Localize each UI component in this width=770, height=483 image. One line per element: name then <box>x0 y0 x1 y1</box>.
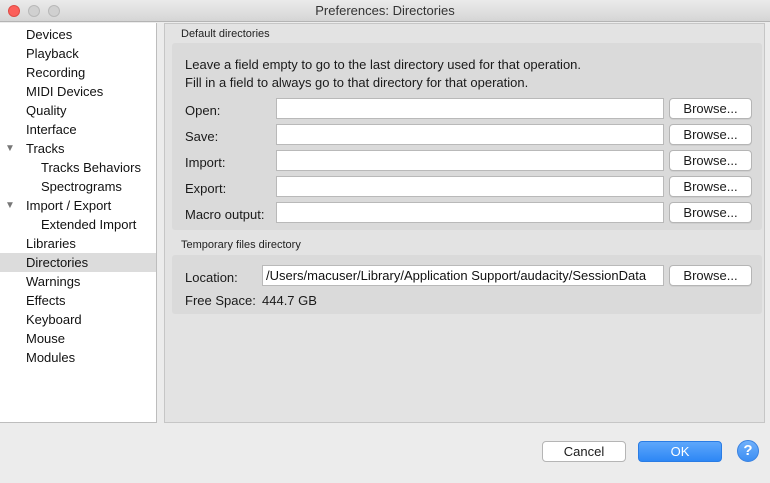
tree-item-interface[interactable]: Interface <box>0 120 156 139</box>
import-directory-field[interactable] <box>276 150 664 171</box>
tree-item-label: Spectrograms <box>41 179 122 194</box>
tree-item-label: Effects <box>26 293 66 308</box>
preferences-category-tree[interactable]: Devices Playback Recording MIDI Devices … <box>0 23 157 423</box>
tree-item-label: Modules <box>26 350 76 365</box>
temp-location-field[interactable]: /Users/macuser/Library/Application Suppo… <box>262 265 664 286</box>
tree-item-warnings[interactable]: Warnings <box>0 272 156 291</box>
tree-item-label: Import / Export <box>26 198 112 213</box>
tree-item-playback[interactable]: Playback <box>0 44 156 63</box>
tree-item-devices[interactable]: Devices <box>0 25 156 44</box>
tree-item-effects[interactable]: Effects <box>0 291 156 310</box>
tree-item-quality[interactable]: Quality <box>0 101 156 120</box>
save-browse-button[interactable]: Browse... <box>669 124 752 145</box>
tree-item-label: Tracks Behaviors <box>41 160 141 175</box>
tree-item-label: Directories <box>26 255 89 270</box>
tree-item-mouse[interactable]: Mouse <box>0 329 156 348</box>
open-directory-field[interactable] <box>276 98 664 119</box>
tree-item-import-export[interactable]: ▼ Import / Export <box>0 196 156 215</box>
macro-output-label: Macro output: <box>185 207 265 222</box>
tree-item-label: Playback <box>26 46 79 61</box>
tree-item-modules[interactable]: Modules <box>0 348 156 367</box>
import-browse-button[interactable]: Browse... <box>669 150 752 171</box>
tree-item-label: MIDI Devices <box>26 84 104 99</box>
tree-item-label: Recording <box>26 65 86 80</box>
tree-item-tracks-behaviors[interactable]: Tracks Behaviors <box>0 158 156 177</box>
tree-item-label: Keyboard <box>26 312 82 327</box>
free-space-label: Free Space: <box>185 293 256 308</box>
tree-item-label: Devices <box>26 27 73 42</box>
macro-output-browse-button[interactable]: Browse... <box>669 202 752 223</box>
tree-item-label: Warnings <box>26 274 81 289</box>
temp-location-browse-button[interactable]: Browse... <box>669 265 752 286</box>
tree-item-directories[interactable]: Directories <box>0 253 156 272</box>
directories-panel: Default directories Leave a field empty … <box>164 23 765 423</box>
open-browse-button[interactable]: Browse... <box>669 98 752 119</box>
window-title: Preferences: Directories <box>315 3 455 18</box>
cancel-button[interactable]: Cancel <box>542 441 626 462</box>
save-label: Save: <box>185 129 219 144</box>
tree-item-tracks[interactable]: ▼ Tracks <box>0 139 156 158</box>
macro-output-directory-field[interactable] <box>276 202 664 223</box>
description-line-2: Fill in a field to always go to that dir… <box>185 75 529 90</box>
tree-item-extended-import[interactable]: Extended Import <box>0 215 156 234</box>
disclosure-triangle-icon[interactable]: ▼ <box>5 139 15 158</box>
help-icon[interactable]: ? <box>737 440 759 462</box>
tree-item-label: Libraries <box>26 236 76 251</box>
group-title-temporary-files: Temporary files directory <box>181 239 301 251</box>
tree-item-label: Quality <box>26 103 67 118</box>
tree-item-label: Interface <box>26 122 77 137</box>
description-line-1: Leave a field empty to go to the last di… <box>185 57 582 72</box>
tree-item-midi-devices[interactable]: MIDI Devices <box>0 82 156 101</box>
open-label: Open: <box>185 103 221 118</box>
tree-item-label: Tracks <box>26 141 65 156</box>
export-label: Export: <box>185 181 227 196</box>
disclosure-triangle-icon[interactable]: ▼ <box>5 196 15 215</box>
location-label: Location: <box>185 270 238 285</box>
tree-item-recording[interactable]: Recording <box>0 63 156 82</box>
tree-item-keyboard[interactable]: Keyboard <box>0 310 156 329</box>
save-directory-field[interactable] <box>276 124 664 145</box>
tree-item-label: Mouse <box>26 331 66 346</box>
export-directory-field[interactable] <box>276 176 664 197</box>
free-space-value: 444.7 GB <box>262 293 317 308</box>
tree-item-label: Extended Import <box>41 217 137 232</box>
group-title-default-directories: Default directories <box>181 28 270 40</box>
tree-item-libraries[interactable]: Libraries <box>0 234 156 253</box>
import-label: Import: <box>185 155 226 170</box>
title-bar: Preferences: Directories <box>0 0 770 22</box>
tree-item-spectrograms[interactable]: Spectrograms <box>0 177 156 196</box>
ok-button[interactable]: OK <box>638 441 722 462</box>
export-browse-button[interactable]: Browse... <box>669 176 752 197</box>
